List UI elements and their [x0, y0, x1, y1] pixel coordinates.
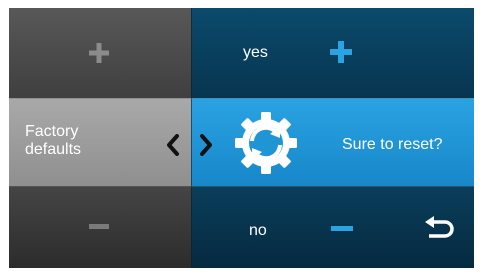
plus-icon	[89, 43, 109, 63]
settings-screen: Factory defaults yes Sure to reset? no	[9, 8, 474, 268]
factory-defaults-item[interactable]: Factory defaults	[9, 98, 191, 186]
no-label: no	[249, 222, 267, 239]
minus-icon	[89, 224, 109, 229]
factory-defaults-label-line2: defaults	[25, 141, 82, 158]
chevron-right-icon[interactable]	[199, 134, 213, 156]
row-divider-top	[9, 98, 474, 99]
back-arrow-icon[interactable]	[423, 216, 455, 242]
no-button[interactable]: no	[191, 186, 474, 268]
yes-button[interactable]: yes	[191, 8, 474, 98]
column-divider	[191, 8, 192, 268]
reset-confirm-item[interactable]: Sure to reset?	[191, 98, 474, 186]
yes-label: yes	[243, 44, 268, 61]
reset-prompt: Sure to reset?	[342, 136, 443, 153]
plus-icon	[330, 41, 352, 63]
left-increment-button[interactable]	[9, 8, 191, 98]
chevron-left-icon[interactable]	[166, 134, 180, 156]
factory-defaults-label-line1: Factory	[25, 123, 79, 140]
row-divider-bottom	[9, 186, 474, 187]
gear-reset-icon	[235, 112, 297, 174]
minus-icon	[331, 226, 353, 231]
left-decrement-button[interactable]	[9, 186, 191, 268]
